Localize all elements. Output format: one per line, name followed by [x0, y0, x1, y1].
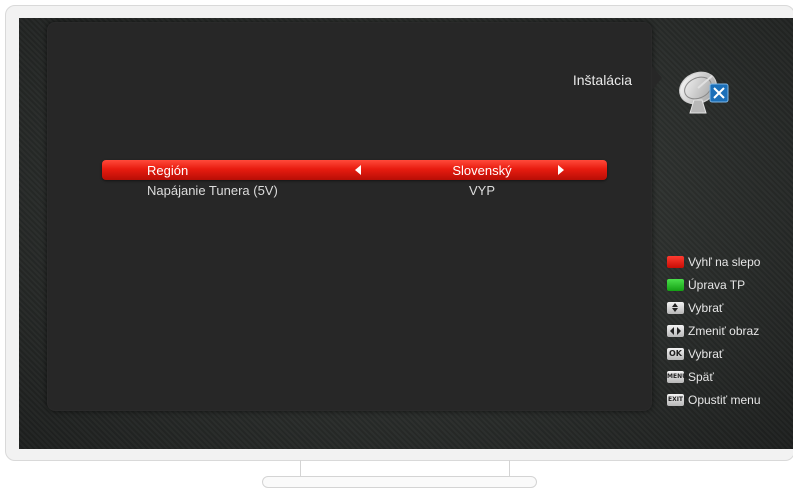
menu-row-tuner-power[interactable]: Napájanie Tunera (5V) VYP	[102, 180, 607, 200]
help-item-blind-scan: Vyhľ na slepo	[667, 250, 793, 273]
help-label: Vybrať	[688, 346, 724, 361]
menu-panel: Inštalácia Región Slovenský Napájanie Tu…	[47, 22, 652, 411]
menu-row-label: Napájanie Tunera (5V)	[147, 183, 278, 198]
satellite-dish-icon	[679, 71, 729, 114]
arrow-left-icon[interactable]	[355, 165, 361, 175]
help-label: Späť	[688, 369, 714, 384]
help-label: Vyhľ na slepo	[688, 254, 761, 269]
menu-key-icon: MENU	[667, 370, 687, 383]
arrow-right-icon[interactable]	[558, 165, 564, 175]
menu-row-value: Slovenský	[452, 163, 512, 178]
help-item-back: MENU Späť	[667, 365, 793, 388]
help-item-select: Vybrať	[667, 296, 793, 319]
up-down-key-icon	[667, 301, 684, 314]
red-key-icon	[667, 255, 684, 268]
page-title: Inštalácia	[572, 72, 632, 88]
tv-screen: Inštalácia Región Slovenský Napájanie Tu…	[19, 18, 793, 449]
help-legend: Vyhľ na slepo Úprava TP Vybrať Zmeniť ob…	[667, 250, 793, 411]
help-item-change: Zmeniť obraz	[667, 319, 793, 342]
green-key-icon	[667, 278, 684, 291]
tv-stand-base	[262, 476, 537, 488]
help-label: Úprava TP	[688, 277, 746, 292]
help-label: Vybrať	[688, 300, 724, 315]
help-item-ok: OK Vybrať	[667, 342, 793, 365]
panel-notch	[652, 66, 662, 90]
help-item-exit: EXIT Opustiť menu	[667, 388, 793, 411]
menu-row-value: VYP	[468, 183, 495, 198]
left-right-key-icon	[667, 324, 684, 337]
help-label: Zmeniť obraz	[688, 323, 760, 338]
ok-key-icon: OK	[667, 347, 684, 360]
menu-row-region[interactable]: Región Slovenský	[102, 160, 607, 180]
help-label: Opustiť menu	[688, 392, 761, 407]
menu-row-label: Región	[147, 163, 189, 178]
help-item-edit-tp: Úprava TP	[667, 273, 793, 296]
exit-key-icon: EXIT	[667, 393, 684, 406]
